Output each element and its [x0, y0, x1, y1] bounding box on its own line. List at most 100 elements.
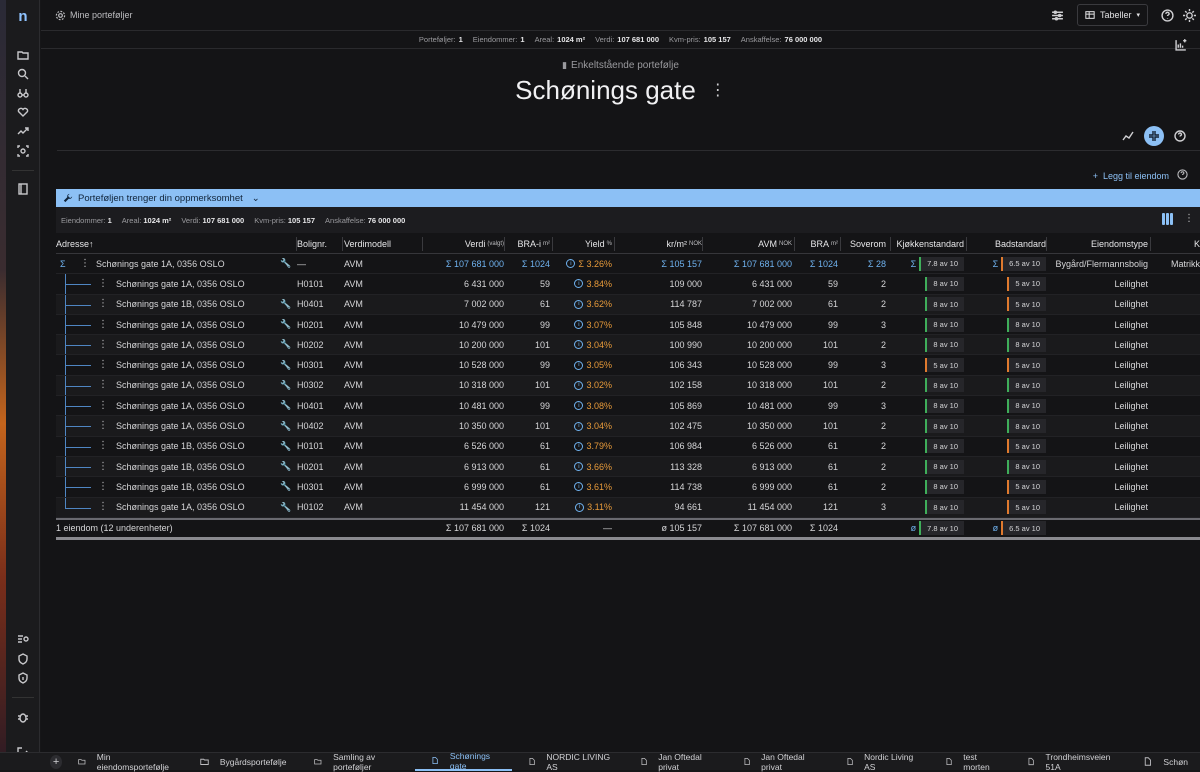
- scan-icon[interactable]: [15, 143, 31, 159]
- export-chart-icon[interactable]: [1170, 33, 1192, 55]
- heart-icon[interactable]: [15, 104, 31, 120]
- column-kjokkenstandard[interactable]: Kjøkkenstandard: [892, 234, 964, 253]
- info-icon[interactable]: i: [574, 421, 584, 431]
- address-cell[interactable]: Schønings gate 1A, 0356 OSLO: [116, 416, 276, 435]
- table-row[interactable]: ⋮ Schønings gate 1A, 0356 OSLO 🔧 H0401 AVM 10…: [56, 396, 1200, 417]
- row-menu-icon[interactable]: ⋮: [96, 457, 108, 476]
- info-icon[interactable]: i: [574, 279, 584, 289]
- row-menu-icon[interactable]: ⋮: [96, 315, 108, 334]
- table-row[interactable]: ⋮ Schønings gate 1B, 0356 OSLO 🔧 H0101 AVM 6 …: [56, 436, 1200, 457]
- column-verdimodell[interactable]: Verdimodell: [344, 234, 422, 253]
- column-divider[interactable]: [794, 237, 795, 251]
- row-menu-icon[interactable]: ⋮: [96, 477, 108, 496]
- sort-arrow-icon[interactable]: ↑: [89, 239, 94, 249]
- row-menu-icon[interactable]: ⋮: [96, 376, 108, 395]
- column-divider[interactable]: [840, 237, 841, 251]
- column-divider[interactable]: [342, 237, 343, 251]
- wrench-icon[interactable]: 🔧: [276, 295, 296, 314]
- info-icon[interactable]: i: [574, 299, 584, 309]
- bottom-tab[interactable]: NORDIC LIVING AS: [512, 752, 624, 772]
- address-cell[interactable]: Schønings gate 1A, 0356 OSLO: [116, 274, 276, 293]
- wrench-icon[interactable]: 🔧: [276, 416, 296, 435]
- expand-sigma[interactable]: Σ: [56, 254, 80, 273]
- column-adresse[interactable]: Adresse ↑: [56, 234, 176, 253]
- info-icon[interactable]: i: [575, 502, 585, 512]
- column-divider[interactable]: [1046, 237, 1047, 251]
- help-icon[interactable]: [1177, 169, 1188, 182]
- address-cell[interactable]: Schønings gate 1B, 0356 OSLO: [116, 477, 276, 496]
- wrench-icon[interactable]: 🔧: [276, 254, 296, 273]
- table-row[interactable]: ⋮ Schønings gate 1B, 0356 OSLO 🔧 H0201 AVM 6 …: [56, 456, 1200, 478]
- address-cell[interactable]: Schønings gate 1A, 0356 OSLO: [116, 498, 276, 517]
- row-menu-icon[interactable]: ⋮: [96, 498, 108, 517]
- trend-chart-icon[interactable]: [1118, 126, 1138, 146]
- theme-sun-icon[interactable]: [1178, 4, 1200, 26]
- column-divider[interactable]: [614, 237, 615, 251]
- breadcrumb[interactable]: Mine porteføljer: [55, 10, 133, 21]
- info-icon[interactable]: i: [574, 320, 584, 330]
- info-icon[interactable]: i: [574, 340, 584, 350]
- column-kr-m2[interactable]: kr/m² NOK: [616, 234, 702, 253]
- wrench-icon[interactable]: 🔧: [276, 498, 296, 517]
- table-row[interactable]: ⋮ Schønings gate 1B, 0356 OSLO 🔧 H0401 AVM 7 …: [56, 294, 1200, 315]
- address-cell[interactable]: Schønings gate 1B, 0356 OSLO: [116, 437, 276, 456]
- table-row[interactable]: ⋮ Schønings gate 1A, 0356 OSLO H0101 AVM 6 4…: [56, 274, 1200, 295]
- bottom-tab[interactable]: Bygårdsportefølje: [184, 753, 299, 771]
- add-tab-button[interactable]: +: [50, 754, 63, 769]
- search-map-icon[interactable]: [15, 66, 31, 82]
- bottom-tab[interactable]: Samling av porteføljer: [298, 752, 415, 772]
- column-bolignr[interactable]: Bolignr.: [297, 234, 341, 253]
- info-icon[interactable]: i: [574, 482, 584, 492]
- attention-banner[interactable]: Porteføljen trenger din oppmerksomhet ⌄: [56, 189, 1200, 207]
- row-menu-icon[interactable]: ⋮: [80, 254, 96, 273]
- table-row[interactable]: ⋮ Schønings gate 1A, 0356 OSLO 🔧 H0102 AVM 11…: [56, 497, 1200, 518]
- table-row[interactable]: ⋮ Schønings gate 1A, 0356 OSLO 🔧 H0402 AVM 10…: [56, 416, 1200, 437]
- column-divider[interactable]: [702, 237, 703, 251]
- row-menu-icon[interactable]: ⋮: [96, 437, 108, 456]
- info-icon[interactable]: i: [574, 462, 584, 472]
- wrench-icon[interactable]: 🔧: [276, 315, 296, 334]
- add-property-button[interactable]: + Legg til eiendom: [1093, 171, 1169, 181]
- collapse-arrows-icon[interactable]: [1144, 126, 1164, 146]
- bottom-tab[interactable]: Jan Oftedal privat: [624, 752, 727, 772]
- info-icon[interactable]: i: [574, 360, 584, 370]
- help-icon[interactable]: [1156, 4, 1178, 26]
- wrench-icon[interactable]: 🔧: [276, 335, 296, 354]
- column-yield[interactable]: Yield%: [554, 234, 612, 253]
- address-cell[interactable]: Schønings gate 1A, 0356 OSLO: [116, 355, 276, 374]
- address-cell[interactable]: Schønings gate 1A, 0356 OSLO: [116, 335, 276, 354]
- column-divider[interactable]: [966, 237, 967, 251]
- bottom-tab[interactable]: Trondheimsveien 51A: [1011, 752, 1128, 772]
- table-row[interactable]: ⋮ Schønings gate 1A, 0356 OSLO 🔧 H0301 AVM 10…: [56, 355, 1200, 376]
- table-row-parent[interactable]: Σ ⋮ Schønings gate 1A, 0356 OSLO 🔧 — AVM Σ 107…: [56, 254, 1200, 275]
- more-menu-icon[interactable]: ⋮: [1184, 214, 1194, 224]
- table-row[interactable]: ⋮ Schønings gate 1B, 0356 OSLO 🔧 H0301 AVM 6 …: [56, 477, 1200, 498]
- book-icon[interactable]: [15, 181, 31, 197]
- column-bra[interactable]: BRA m²: [796, 234, 838, 253]
- bottom-tab[interactable]: Schønings gate: [415, 751, 512, 771]
- info-icon[interactable]: i: [566, 259, 576, 269]
- user-list-icon[interactable]: [15, 631, 31, 647]
- bottom-tab[interactable]: Nordic Living AS: [830, 752, 929, 772]
- wrench-icon[interactable]: 🔧: [276, 376, 296, 395]
- bottom-tab[interactable]: Jan Oftedal privat: [727, 752, 830, 772]
- shield-icon[interactable]: [15, 651, 31, 667]
- binoculars-icon[interactable]: [15, 85, 31, 101]
- address-cell[interactable]: Schønings gate 1B, 0356 OSLO: [116, 457, 276, 476]
- row-menu-icon[interactable]: ⋮: [96, 396, 108, 415]
- row-menu-icon[interactable]: ⋮: [96, 416, 108, 435]
- info-shield-icon[interactable]: [15, 670, 31, 686]
- bottom-tab[interactable]: Min eiendomsportefølje: [62, 752, 184, 772]
- view-select[interactable]: Tabeller ▾: [1076, 4, 1148, 26]
- column-bra-i[interactable]: BRA-i m²: [506, 234, 550, 253]
- info-icon[interactable]: i: [574, 380, 584, 390]
- address-cell[interactable]: Schønings gate 1A, 0356 OSLO: [116, 376, 276, 395]
- column-divider[interactable]: [552, 237, 553, 251]
- folder-icon[interactable]: [15, 47, 31, 63]
- row-menu-icon[interactable]: ⋮: [96, 295, 108, 314]
- trend-icon[interactable]: [15, 123, 31, 139]
- wrench-icon[interactable]: 🔧: [276, 457, 296, 476]
- title-menu-icon[interactable]: ⋮: [710, 82, 726, 98]
- address-cell[interactable]: Schønings gate 1A, 0356 OSLO: [116, 396, 276, 415]
- column-divider[interactable]: [504, 237, 505, 251]
